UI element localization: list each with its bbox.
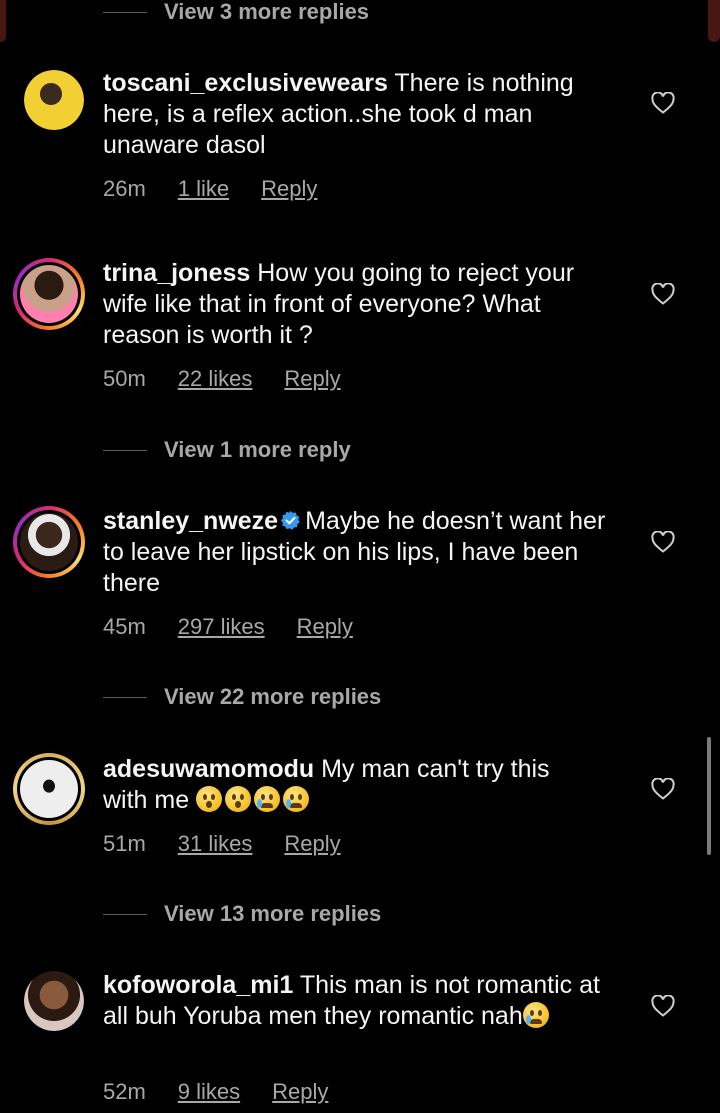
username[interactable]: stanley_nweze xyxy=(103,507,278,535)
avatar[interactable] xyxy=(13,258,85,330)
view-more-replies-button[interactable]: View 22 more replies xyxy=(103,682,381,712)
scrollbar[interactable] xyxy=(707,737,711,855)
reply-button[interactable]: Reply xyxy=(297,614,353,640)
tears-of-joy-face-icon xyxy=(522,1002,549,1028)
comment-text: with me xyxy=(103,786,190,814)
view-more-label: View 22 more replies xyxy=(164,684,382,709)
divider xyxy=(103,11,147,13)
likes-count[interactable]: 31 likes xyxy=(178,831,253,857)
timestamp: 26m xyxy=(103,176,146,201)
edge-artifact xyxy=(0,0,6,42)
likes-count[interactable]: 297 likes xyxy=(178,614,265,640)
heart-icon[interactable] xyxy=(651,778,675,800)
reply-button[interactable]: Reply xyxy=(284,366,340,392)
likes-count[interactable]: 22 likes xyxy=(178,366,253,392)
avatar[interactable] xyxy=(13,753,85,825)
view-more-replies-button[interactable]: View 13 more replies xyxy=(103,899,381,929)
reply-button[interactable]: Reply xyxy=(284,831,340,857)
timestamp: 45m xyxy=(103,614,146,639)
view-more-label: View 1 more reply xyxy=(164,437,351,462)
username[interactable]: adesuwamomodu xyxy=(103,755,314,783)
reply-button[interactable]: Reply xyxy=(261,176,317,202)
comment-meta: 26m 1 like Reply xyxy=(103,174,317,204)
avatar[interactable] xyxy=(13,506,85,578)
heart-icon[interactable] xyxy=(651,283,675,305)
verified-badge-icon xyxy=(280,510,300,530)
crying-face-icon xyxy=(254,786,281,812)
comment-body: trina_joness How you going to reject you… xyxy=(103,258,613,351)
timestamp: 50m xyxy=(103,366,146,391)
username[interactable]: toscani_exclusivewears xyxy=(103,69,388,97)
comment-body: kofoworola_mi1 This man is not romantic … xyxy=(103,970,613,1032)
timestamp: 52m xyxy=(103,1079,146,1104)
reply-button[interactable]: Reply xyxy=(272,1079,328,1105)
avatar[interactable] xyxy=(24,971,84,1031)
view-more-replies-button[interactable]: View 1 more reply xyxy=(103,435,351,465)
comment-meta: 45m 297 likes Reply xyxy=(103,612,353,642)
comment-meta: 50m 22 likes Reply xyxy=(103,364,341,394)
username[interactable]: kofoworola_mi1 xyxy=(103,971,293,999)
view-more-label: View 3 more replies xyxy=(164,0,370,24)
username[interactable]: trina_joness xyxy=(103,259,250,287)
heart-icon[interactable] xyxy=(651,531,675,553)
avatar[interactable] xyxy=(24,70,84,130)
view-more-label: View 13 more replies xyxy=(164,901,382,926)
comment-body: toscani_exclusivewears There is nothing … xyxy=(103,68,613,161)
likes-count[interactable]: 1 like xyxy=(178,176,229,202)
timestamp: 51m xyxy=(103,831,146,856)
edge-artifact xyxy=(708,0,720,42)
astonished-face-icon xyxy=(225,786,252,812)
comment-body: adesuwamomodu My man can't try this with… xyxy=(103,754,613,816)
divider xyxy=(103,449,147,451)
astonished-face-icon xyxy=(196,786,223,812)
crying-face-icon xyxy=(283,786,310,812)
likes-count[interactable]: 9 likes xyxy=(178,1079,240,1105)
divider xyxy=(103,913,147,915)
comment-meta: 51m 31 likes Reply xyxy=(103,829,341,859)
heart-icon[interactable] xyxy=(651,92,675,114)
view-more-replies-button[interactable]: View 3 more replies xyxy=(103,0,369,27)
divider xyxy=(103,696,147,698)
heart-icon[interactable] xyxy=(651,995,675,1017)
comment-text: My man can't try this xyxy=(321,755,550,783)
comment-body: stanley_nweze Maybe he doesn’t want her … xyxy=(103,506,613,599)
comment-meta: 52m 9 likes Reply xyxy=(103,1077,328,1107)
